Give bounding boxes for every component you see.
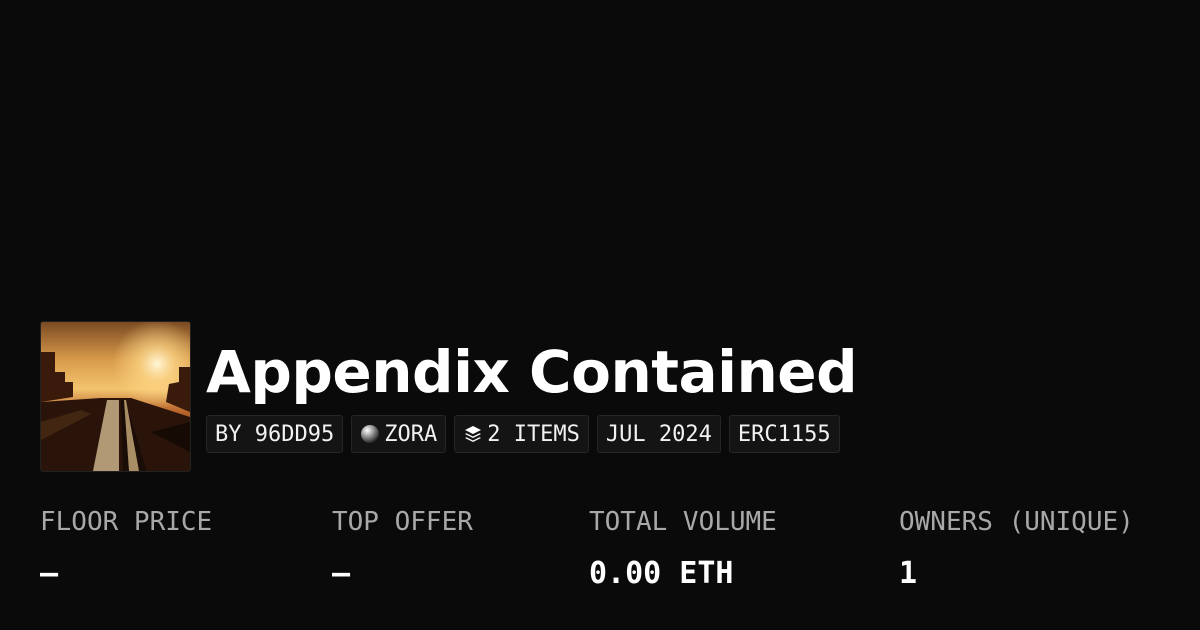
layers-icon	[463, 424, 483, 444]
collection-stats: FLOOR PRICE – TOP OFFER – TOTAL VOLUME 0…	[0, 505, 1200, 605]
collection-thumbnail	[40, 321, 191, 472]
collection-title: Appendix Contained	[206, 338, 858, 406]
creator-badge[interactable]: BY 96DD95	[206, 415, 344, 453]
items-badge[interactable]: 2 ITEMS	[454, 415, 589, 453]
date-badge: JUL 2024	[596, 415, 721, 453]
stat-label: TOP OFFER	[332, 507, 473, 537]
stat-owners: OWNERS (UNIQUE) 1	[899, 505, 1134, 594]
chain-badge[interactable]: ZORA	[351, 415, 447, 453]
stat-label: FLOOR PRICE	[40, 507, 213, 537]
collection-badges: BY 96DD95 ZORA 2 ITEMS JUL 2024 ERC1155	[206, 415, 840, 453]
creator-label: BY 96DD95	[215, 421, 335, 447]
stat-top-offer: TOP OFFER –	[332, 505, 473, 594]
standard-label: ERC1155	[737, 421, 831, 447]
zora-orb-icon	[360, 424, 380, 444]
stat-total-volume: TOTAL VOLUME 0.00 ETH	[589, 505, 777, 594]
chain-label: ZORA	[384, 421, 438, 447]
stat-label: OWNERS (UNIQUE)	[899, 507, 1134, 537]
stat-value: –	[40, 556, 59, 591]
stat-label: TOTAL VOLUME	[589, 507, 777, 537]
items-label: 2 ITEMS	[487, 421, 580, 447]
stat-value: 1	[899, 556, 918, 591]
stat-value: –	[332, 556, 351, 591]
date-label: JUL 2024	[605, 421, 712, 447]
stat-floor-price: FLOOR PRICE –	[40, 505, 212, 594]
stat-value: 0.00 ETH	[589, 556, 734, 591]
standard-badge: ERC1155	[728, 415, 840, 453]
